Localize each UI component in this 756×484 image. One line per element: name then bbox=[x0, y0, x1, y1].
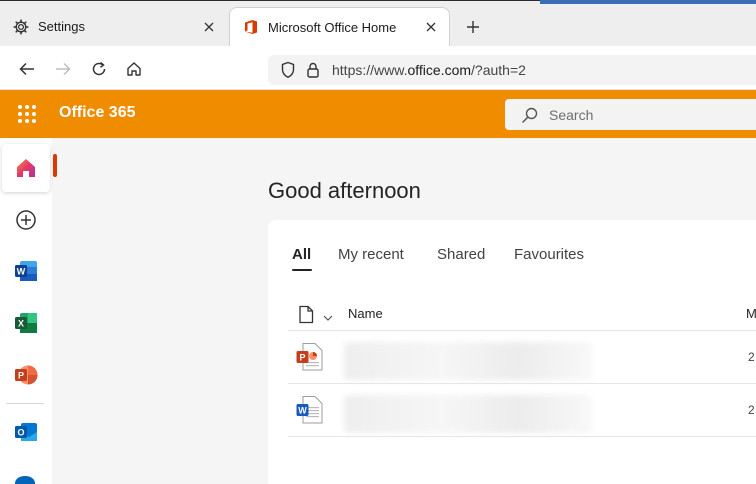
row-divider bbox=[288, 436, 756, 437]
file-type-column-icon[interactable] bbox=[298, 305, 314, 329]
back-button[interactable] bbox=[16, 58, 38, 80]
tab-settings[interactable]: Settings bbox=[0, 7, 227, 46]
close-icon[interactable] bbox=[423, 19, 439, 35]
close-icon[interactable] bbox=[201, 19, 217, 35]
new-tab-button[interactable] bbox=[462, 16, 484, 38]
tracking-shield-icon[interactable] bbox=[280, 61, 296, 84]
home-outline-icon bbox=[127, 62, 141, 76]
forward-button[interactable] bbox=[52, 58, 74, 80]
word-file-icon: W bbox=[296, 395, 324, 425]
filter-tab-my-recent[interactable]: My recent bbox=[338, 246, 404, 263]
rail-word[interactable]: W bbox=[2, 247, 50, 295]
chevron-down-icon[interactable] bbox=[323, 309, 333, 327]
url-path: /?auth=2 bbox=[471, 62, 526, 78]
window-accent bbox=[540, 0, 756, 4]
rail-create[interactable] bbox=[2, 196, 50, 244]
rail-home[interactable] bbox=[2, 144, 50, 192]
gear-icon bbox=[12, 18, 30, 36]
column-header-name[interactable]: Name bbox=[348, 306, 383, 321]
refresh-button[interactable] bbox=[88, 58, 110, 80]
active-indicator bbox=[53, 154, 57, 177]
svg-text:W: W bbox=[17, 267, 26, 277]
tab-label: Settings bbox=[38, 19, 85, 34]
filter-tab-all[interactable]: All bbox=[292, 246, 311, 263]
tab-office-home[interactable]: Microsoft Office Home bbox=[229, 7, 450, 46]
rail-divider bbox=[6, 403, 44, 404]
search-icon bbox=[521, 106, 539, 129]
rail-excel[interactable]: X bbox=[2, 299, 50, 347]
file-modified: 2 bbox=[748, 350, 755, 364]
refresh-icon bbox=[92, 61, 106, 76]
search-input[interactable]: Search bbox=[505, 99, 756, 130]
office-logo-icon bbox=[242, 18, 260, 36]
forward-arrow-icon bbox=[56, 62, 71, 76]
file-modified: 2 bbox=[748, 403, 755, 417]
svg-text:P: P bbox=[18, 371, 24, 381]
create-new-icon bbox=[16, 210, 36, 230]
back-arrow-icon bbox=[19, 62, 34, 76]
home-button[interactable] bbox=[123, 58, 145, 80]
app-launcher-icon[interactable] bbox=[18, 105, 36, 123]
redacted-file-name[interactable] bbox=[344, 342, 592, 380]
app-title[interactable]: Office 365 bbox=[59, 104, 135, 122]
column-header-modified[interactable]: M bbox=[746, 306, 756, 321]
url-prefix: https://www. bbox=[332, 62, 408, 78]
onedrive-icon[interactable] bbox=[14, 474, 36, 484]
filter-tab-favourites[interactable]: Favourites bbox=[514, 246, 584, 263]
rail-outlook[interactable]: O bbox=[2, 408, 50, 456]
powerpoint-file-icon: P bbox=[296, 342, 324, 372]
home-icon bbox=[17, 159, 35, 177]
row-divider bbox=[288, 383, 756, 384]
lock-icon[interactable] bbox=[306, 61, 320, 84]
tab-label: Microsoft Office Home bbox=[268, 19, 397, 35]
filter-tab-shared[interactable]: Shared bbox=[437, 246, 485, 263]
svg-text:W: W bbox=[298, 406, 307, 416]
word-icon: W bbox=[15, 261, 37, 281]
greeting-heading: Good afternoon bbox=[268, 178, 421, 203]
powerpoint-icon: P bbox=[15, 365, 38, 385]
header-divider bbox=[288, 330, 756, 331]
selected-tab-underline bbox=[292, 269, 312, 271]
rail-powerpoint[interactable]: P bbox=[2, 351, 50, 399]
redacted-file-name[interactable] bbox=[344, 395, 592, 433]
url-host: office.com bbox=[407, 62, 472, 78]
search-placeholder: Search bbox=[549, 107, 594, 123]
url-text[interactable]: https://www.office.com/?auth=2 bbox=[332, 62, 526, 78]
address-bar[interactable]: https://www.office.com/?auth=2 bbox=[268, 55, 756, 85]
excel-icon: X bbox=[15, 313, 37, 333]
svg-text:X: X bbox=[18, 319, 24, 329]
svg-text:O: O bbox=[17, 428, 24, 438]
svg-text:P: P bbox=[299, 353, 305, 363]
outlook-icon: O bbox=[15, 423, 37, 441]
plus-icon bbox=[467, 21, 479, 33]
